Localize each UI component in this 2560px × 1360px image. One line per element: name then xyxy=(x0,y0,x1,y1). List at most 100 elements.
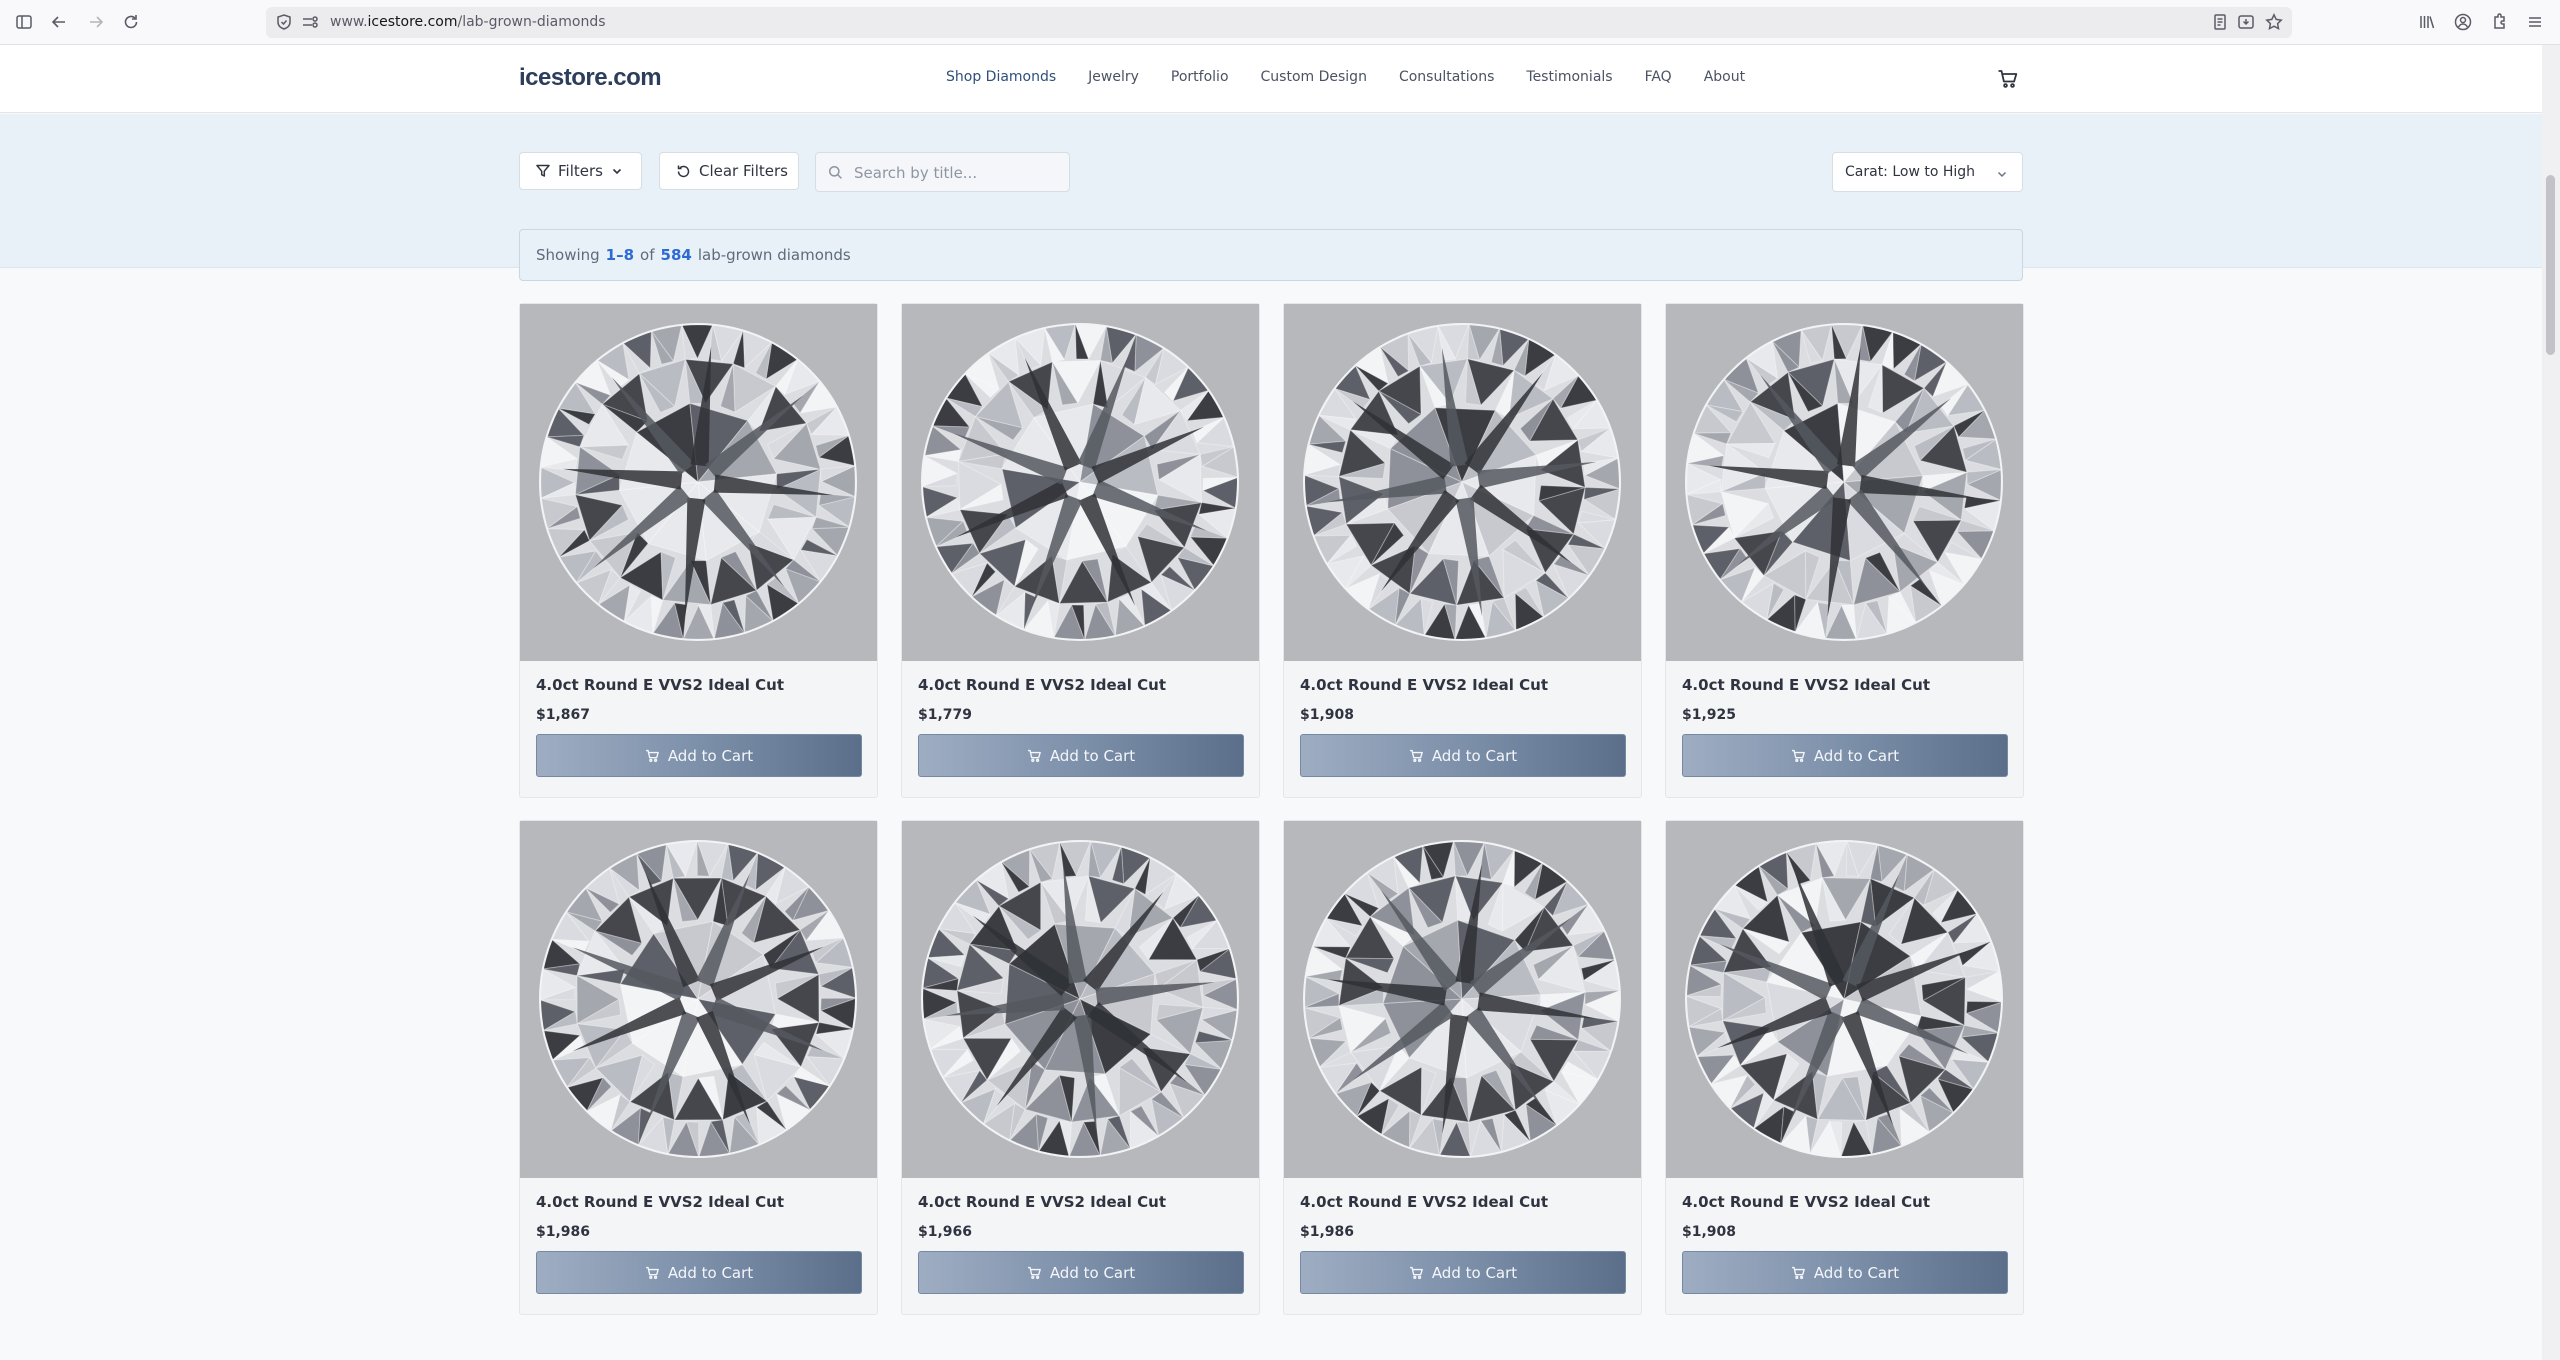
diamond-photo xyxy=(1685,323,2003,641)
back-icon[interactable] xyxy=(49,12,69,32)
add-to-cart-label: Add to Cart xyxy=(667,746,754,765)
product-title[interactable]: 4.0ct Round E VVS2 Ideal Cut xyxy=(536,1193,784,1211)
nav-testimonials[interactable]: Testimonials xyxy=(1526,69,1612,91)
add-to-cart-button[interactable]: Add to Cart xyxy=(1682,734,2008,777)
results-suffix: lab-grown diamonds xyxy=(697,246,851,264)
url-host: icestore.com xyxy=(367,14,458,30)
nav-portfolio[interactable]: Portfolio xyxy=(1171,69,1229,91)
diamond-photo xyxy=(1303,840,1621,1158)
page-viewport: icestore.com Shop Diamonds Jewelry Portf… xyxy=(0,45,2542,1360)
site-logo[interactable]: icestore.com xyxy=(519,64,662,92)
sidebar-toggle-icon[interactable] xyxy=(14,12,34,32)
product-title[interactable]: 4.0ct Round E VVS2 Ideal Cut xyxy=(1682,1193,1930,1211)
reload-icon[interactable] xyxy=(121,12,141,32)
add-to-cart-label: Add to Cart xyxy=(1431,1263,1518,1282)
product-title[interactable]: 4.0ct Round E VVS2 Ideal Cut xyxy=(918,676,1166,694)
product-card: 4.0ct Round E VVS2 Ideal Cut $1,925 Add … xyxy=(1665,303,2024,798)
search-field[interactable] xyxy=(815,152,1070,192)
diamond-photo xyxy=(539,840,857,1158)
diamond-image[interactable] xyxy=(1666,821,2023,1178)
library-icon[interactable] xyxy=(2417,12,2437,32)
results-summary: Showing 1–8 of 584 lab-grown diamonds xyxy=(519,229,2023,281)
add-to-cart-label: Add to Cart xyxy=(1813,746,1900,765)
add-to-cart-label: Add to Cart xyxy=(667,1263,754,1282)
diamond-image[interactable] xyxy=(1284,821,1641,1178)
cart-icon[interactable] xyxy=(1997,69,2019,89)
add-to-cart-button[interactable]: Add to Cart xyxy=(536,1251,862,1294)
nav-jewelry[interactable]: Jewelry xyxy=(1088,69,1139,91)
diamond-photo xyxy=(1303,323,1621,641)
product-title[interactable]: 4.0ct Round E VVS2 Ideal Cut xyxy=(1300,1193,1548,1211)
chevron-down-icon xyxy=(612,168,622,175)
save-page-icon[interactable] xyxy=(2236,12,2256,32)
permissions-icon[interactable] xyxy=(300,12,320,32)
add-to-cart-label: Add to Cart xyxy=(1049,1263,1136,1282)
nav-custom-design[interactable]: Custom Design xyxy=(1261,69,1367,91)
browser-toolbar: www.icestore.com/lab-grown-diamonds xyxy=(0,0,2560,45)
add-to-cart-button[interactable]: Add to Cart xyxy=(918,1251,1244,1294)
search-input[interactable] xyxy=(854,162,1054,184)
add-to-cart-label: Add to Cart xyxy=(1431,746,1518,765)
product-title[interactable]: 4.0ct Round E VVS2 Ideal Cut xyxy=(1682,676,1930,694)
address-bar[interactable]: www.icestore.com/lab-grown-diamonds xyxy=(266,7,2292,38)
diamond-image[interactable] xyxy=(1284,304,1641,661)
nav-consultations[interactable]: Consultations xyxy=(1399,69,1494,91)
reader-view-icon[interactable] xyxy=(2210,12,2230,32)
filter-icon xyxy=(536,164,550,177)
shield-icon[interactable] xyxy=(274,12,294,32)
filters-button[interactable]: Filters xyxy=(519,152,642,190)
nav-faq[interactable]: FAQ xyxy=(1645,69,1672,91)
clear-filters-label: Clear Filters xyxy=(699,162,788,180)
diamond-image[interactable] xyxy=(902,821,1259,1178)
main-nav: Shop Diamonds Jewelry Portfolio Custom D… xyxy=(946,69,1745,91)
product-title[interactable]: 4.0ct Round E VVS2 Ideal Cut xyxy=(1300,676,1548,694)
menu-icon[interactable] xyxy=(2525,12,2545,32)
diamond-image[interactable] xyxy=(520,304,877,661)
sort-select[interactable]: Carat: Low to High xyxy=(1832,152,2023,192)
add-to-cart-button[interactable]: Add to Cart xyxy=(1300,1251,1626,1294)
cart-icon xyxy=(645,749,659,762)
forward-icon[interactable] xyxy=(86,12,106,32)
product-price: $1,966 xyxy=(918,1224,973,1240)
diamond-photo xyxy=(921,840,1239,1158)
url-text: www.icestore.com/lab-grown-diamonds xyxy=(330,14,606,30)
add-to-cart-button[interactable]: Add to Cart xyxy=(1300,734,1626,777)
product-title[interactable]: 4.0ct Round E VVS2 Ideal Cut xyxy=(536,676,784,694)
nav-about[interactable]: About xyxy=(1704,69,1745,91)
reset-icon xyxy=(677,165,690,177)
extensions-icon[interactable] xyxy=(2489,12,2509,32)
product-card: 4.0ct Round E VVS2 Ideal Cut $1,908 Add … xyxy=(1283,303,1642,798)
cart-icon xyxy=(1027,749,1041,762)
cart-icon xyxy=(1791,1266,1805,1279)
clear-filters-button[interactable]: Clear Filters xyxy=(659,152,799,190)
product-price: $1,986 xyxy=(536,1224,591,1240)
diamond-image[interactable] xyxy=(520,821,877,1178)
product-title[interactable]: 4.0ct Round E VVS2 Ideal Cut xyxy=(918,1193,1166,1211)
diamond-photo xyxy=(539,323,857,641)
add-to-cart-button[interactable]: Add to Cart xyxy=(1682,1251,2008,1294)
product-card: 4.0ct Round E VVS2 Ideal Cut $1,867 Add … xyxy=(519,303,878,798)
product-card: 4.0ct Round E VVS2 Ideal Cut $1,779 Add … xyxy=(901,303,1260,798)
diamond-image[interactable] xyxy=(1666,304,2023,661)
site-header: icestore.com Shop Diamonds Jewelry Portf… xyxy=(0,45,2542,113)
cart-icon xyxy=(645,1266,659,1279)
nav-shop-diamonds[interactable]: Shop Diamonds xyxy=(946,69,1056,91)
search-icon xyxy=(828,165,842,179)
results-total: 584 xyxy=(660,246,692,264)
diamond-image[interactable] xyxy=(902,304,1259,661)
bookmark-star-icon[interactable] xyxy=(2264,12,2284,32)
account-icon[interactable] xyxy=(2453,12,2473,32)
product-card: 4.0ct Round E VVS2 Ideal Cut $1,966 Add … xyxy=(901,820,1260,1315)
page-scrollbar[interactable] xyxy=(2542,45,2560,1360)
cart-icon xyxy=(1409,749,1423,762)
add-to-cart-button[interactable]: Add to Cart xyxy=(536,734,862,777)
product-card: 4.0ct Round E VVS2 Ideal Cut $1,908 Add … xyxy=(1665,820,2024,1315)
product-price: $1,908 xyxy=(1682,1224,1737,1240)
scrollbar-thumb[interactable] xyxy=(2546,175,2555,355)
add-to-cart-button[interactable]: Add to Cart xyxy=(918,734,1244,777)
diamond-photo xyxy=(921,323,1239,641)
sort-value: Carat: Low to High xyxy=(1845,164,1976,180)
product-price: $1,779 xyxy=(918,707,973,723)
product-price: $1,908 xyxy=(1300,707,1355,723)
url-path: /lab-grown-diamonds xyxy=(457,14,606,30)
